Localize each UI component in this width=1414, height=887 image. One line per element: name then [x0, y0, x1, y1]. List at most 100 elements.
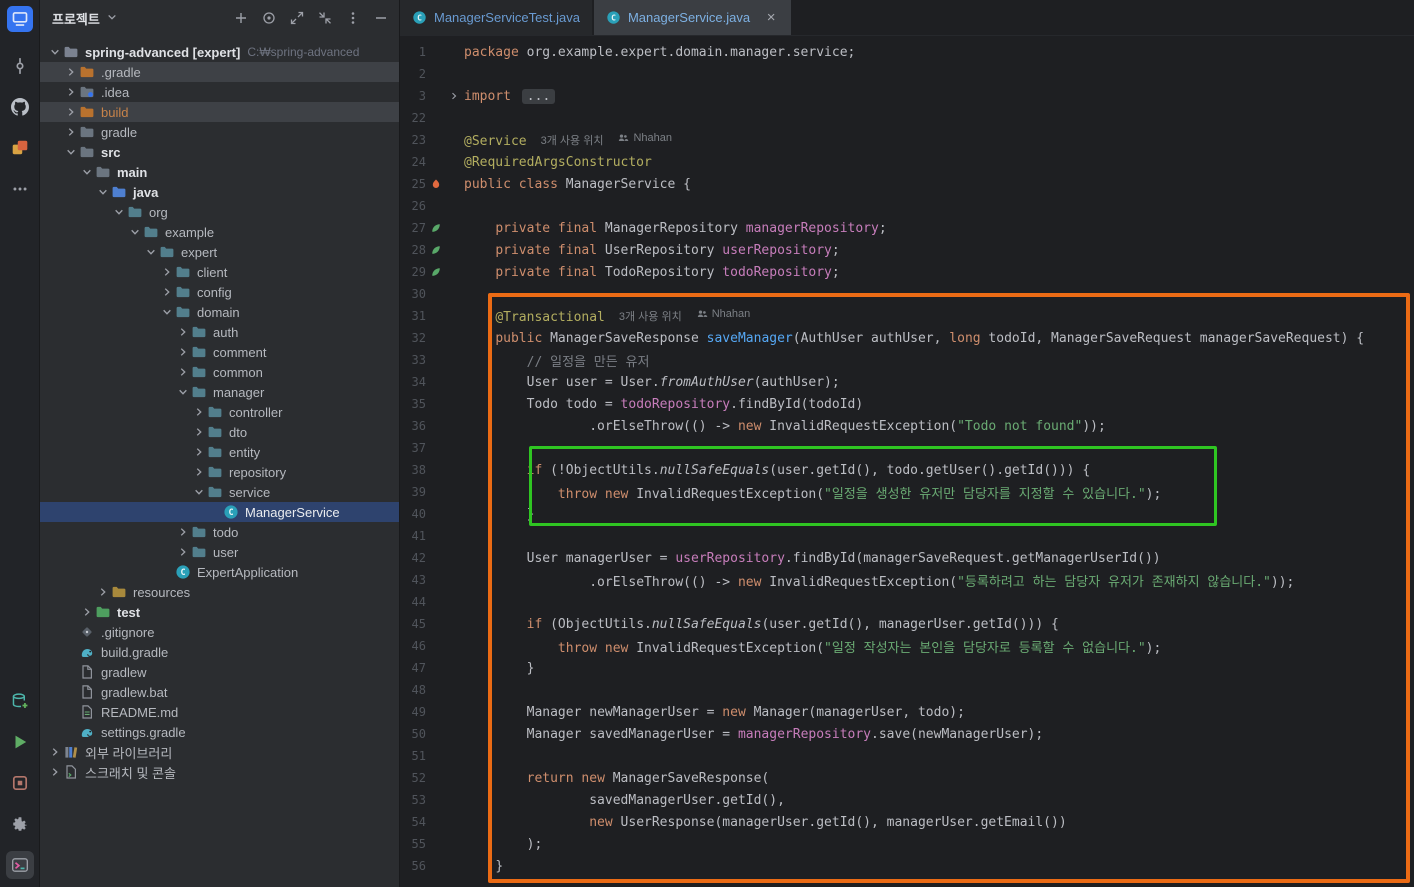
- tree-item-todo[interactable]: todo: [40, 522, 399, 542]
- tree-item-example[interactable]: example: [40, 222, 399, 242]
- author-inlay[interactable]: Nhahan: [617, 132, 672, 144]
- tab-managerservicetest.java[interactable]: C ManagerServiceTest.java: [400, 0, 594, 35]
- run-icon[interactable]: [6, 728, 34, 756]
- tree-item-repository[interactable]: repository: [40, 462, 399, 482]
- chevron-right-icon[interactable]: [62, 84, 79, 100]
- line-number[interactable]: 32: [400, 331, 426, 345]
- chevron-right-icon[interactable]: [46, 744, 63, 760]
- chevron-down-icon[interactable]: [110, 204, 127, 220]
- line-number[interactable]: 2: [400, 67, 426, 81]
- chevron-right-icon[interactable]: [174, 344, 191, 360]
- line-number[interactable]: 34: [400, 375, 426, 389]
- line-number[interactable]: 49: [400, 705, 426, 719]
- kebab-icon[interactable]: [345, 10, 361, 26]
- chevron-down-icon[interactable]: [46, 44, 63, 60]
- chevron-down-icon[interactable]: [94, 184, 111, 200]
- chevron-right-icon[interactable]: [174, 324, 191, 340]
- project-selector[interactable]: 프로젝트: [52, 9, 119, 28]
- line-number[interactable]: 52: [400, 771, 426, 785]
- tab-managerservice.java[interactable]: C ManagerService.java ×: [593, 0, 794, 35]
- line-number[interactable]: 53: [400, 793, 426, 807]
- chevron-down-icon[interactable]: [126, 224, 143, 240]
- tree-item-readme.md[interactable]: README.md: [40, 702, 399, 722]
- line-number[interactable]: 40: [400, 507, 426, 521]
- usages-inlay[interactable]: 3개 사용 위치: [619, 308, 682, 324]
- tree-item-test[interactable]: test: [40, 602, 399, 622]
- tree-item-client[interactable]: client: [40, 262, 399, 282]
- line-number[interactable]: 41: [400, 529, 426, 543]
- chevron-right-icon[interactable]: [190, 444, 207, 460]
- tree-item-gradle[interactable]: gradle: [40, 122, 399, 142]
- tree-item-manager[interactable]: manager: [40, 382, 399, 402]
- tree-item-expert[interactable]: expert: [40, 242, 399, 262]
- line-number[interactable]: 39: [400, 485, 426, 499]
- line-number[interactable]: 56: [400, 859, 426, 873]
- chevron-right-icon[interactable]: [46, 764, 63, 780]
- line-number[interactable]: 54: [400, 815, 426, 829]
- line-number[interactable]: 38: [400, 463, 426, 477]
- tree-item-build[interactable]: build: [40, 102, 399, 122]
- tree-item-.gradle[interactable]: .gradle: [40, 62, 399, 82]
- bean-gutter-icon[interactable]: [426, 217, 446, 239]
- tree-item-resources[interactable]: resources: [40, 582, 399, 602]
- hide-icon[interactable]: [373, 10, 389, 26]
- settings-icon[interactable]: [6, 810, 34, 838]
- tree-item-java[interactable]: java: [40, 182, 399, 202]
- fold-chevron-icon[interactable]: [446, 85, 462, 107]
- plus-icon[interactable]: [233, 10, 249, 26]
- line-number[interactable]: 26: [400, 199, 426, 213]
- chevron-down-icon[interactable]: [158, 304, 175, 320]
- expand-icon[interactable]: [289, 10, 305, 26]
- chevron-right-icon[interactable]: [94, 584, 111, 600]
- tree-item-config[interactable]: config: [40, 282, 399, 302]
- tree-item-managerservice[interactable]: C ManagerService: [40, 502, 399, 522]
- line-number[interactable]: 48: [400, 683, 426, 697]
- database-add-icon[interactable]: [6, 687, 34, 715]
- line-number[interactable]: 35: [400, 397, 426, 411]
- chevron-right-icon[interactable]: [158, 264, 175, 280]
- chevron-right-icon[interactable]: [190, 424, 207, 440]
- chevron-down-icon[interactable]: [78, 164, 95, 180]
- tree-item-domain[interactable]: domain: [40, 302, 399, 322]
- chevron-right-icon[interactable]: [62, 124, 79, 140]
- line-number[interactable]: 43: [400, 573, 426, 587]
- tree-item-src[interactable]: src: [40, 142, 399, 162]
- line-number[interactable]: 45: [400, 617, 426, 631]
- line-number[interactable]: 3: [400, 89, 426, 103]
- bean-gutter-icon[interactable]: [426, 239, 446, 261]
- chevron-right-icon[interactable]: [174, 524, 191, 540]
- line-number[interactable]: 51: [400, 749, 426, 763]
- tree-item-expertapplication[interactable]: C ExpertApplication: [40, 562, 399, 582]
- tree-item-user[interactable]: user: [40, 542, 399, 562]
- tree-item-.gitignore[interactable]: .gitignore: [40, 622, 399, 642]
- line-number[interactable]: 50: [400, 727, 426, 741]
- tree-item-entity[interactable]: entity: [40, 442, 399, 462]
- line-number[interactable]: 44: [400, 595, 426, 609]
- line-number[interactable]: 22: [400, 111, 426, 125]
- tree-item-item[interactable]: 스크래치 및 콘솔: [40, 762, 399, 782]
- line-number[interactable]: 37: [400, 441, 426, 455]
- terminal-icon[interactable]: [5, 851, 34, 879]
- chevron-down-icon[interactable]: [190, 484, 207, 500]
- tree-item-comment[interactable]: comment: [40, 342, 399, 362]
- target-icon[interactable]: [261, 10, 277, 26]
- tree-item-.idea[interactable]: .idea: [40, 82, 399, 102]
- tree-item-build.gradle[interactable]: build.gradle: [40, 642, 399, 662]
- chevron-right-icon[interactable]: [62, 104, 79, 120]
- chevron-right-icon[interactable]: [78, 604, 95, 620]
- line-number[interactable]: 42: [400, 551, 426, 565]
- line-number[interactable]: 33: [400, 353, 426, 367]
- tree-item-gradlew[interactable]: gradlew: [40, 662, 399, 682]
- chevron-down-icon[interactable]: [142, 244, 159, 260]
- line-number[interactable]: 47: [400, 661, 426, 675]
- chevron-right-icon[interactable]: [174, 364, 191, 380]
- chevron-right-icon[interactable]: [158, 284, 175, 300]
- commit-icon[interactable]: [6, 52, 34, 80]
- line-number[interactable]: 25: [400, 177, 426, 191]
- tree-item-org[interactable]: org: [40, 202, 399, 222]
- tree-item-main[interactable]: main: [40, 162, 399, 182]
- artifact-icon[interactable]: [6, 769, 34, 797]
- line-number[interactable]: 31: [400, 309, 426, 323]
- line-number[interactable]: 46: [400, 639, 426, 653]
- line-number[interactable]: 55: [400, 837, 426, 851]
